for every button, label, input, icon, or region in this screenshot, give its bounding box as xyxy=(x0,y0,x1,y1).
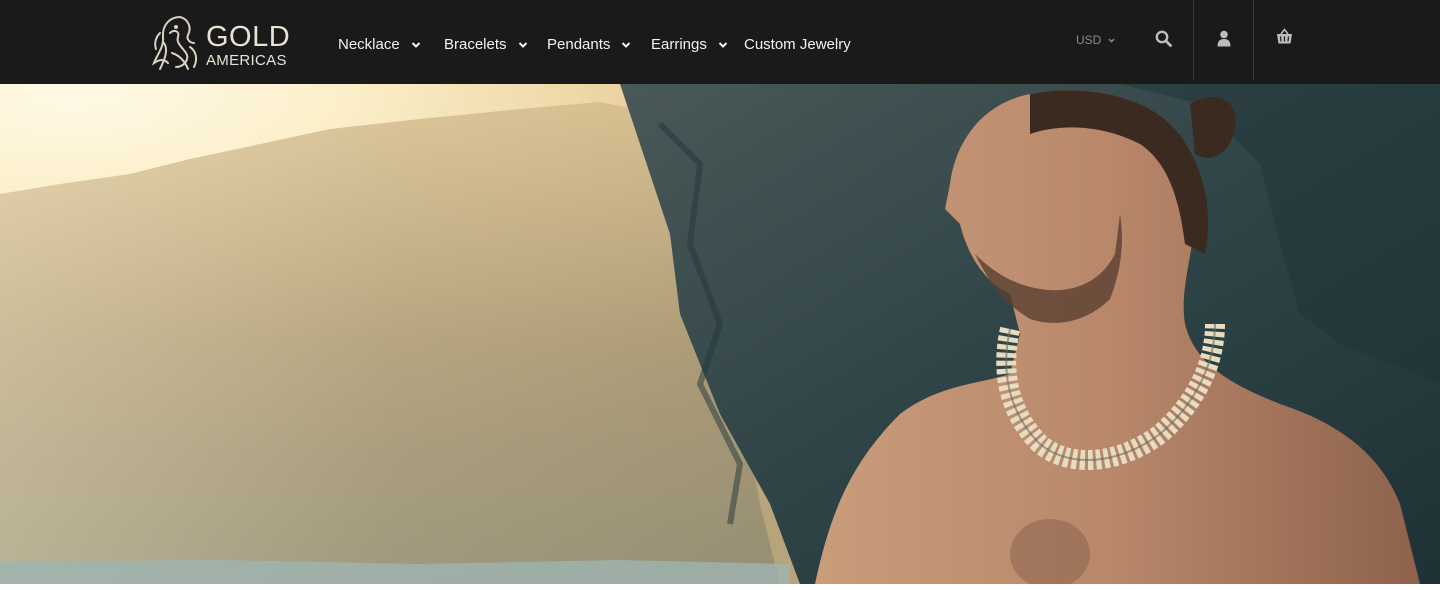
chevron-down-icon xyxy=(718,41,728,48)
nav-item-label: Custom Jewelry xyxy=(744,36,851,53)
currency-label: USD xyxy=(1076,33,1102,47)
chevron-down-icon xyxy=(518,41,527,48)
search-button[interactable] xyxy=(1148,0,1178,80)
nav-item-label: Pendants xyxy=(547,36,611,53)
currency-selector[interactable]: USD xyxy=(1076,33,1116,47)
basket-icon xyxy=(1276,27,1292,43)
nav-item-label: Earrings xyxy=(651,36,707,53)
hero-banner xyxy=(0,84,1440,584)
nav-item-bracelets[interactable]: Bracelets xyxy=(444,36,529,53)
site-header: GOLD AMERICAS Necklace Bracelets Pendant… xyxy=(0,0,1440,84)
nav-item-pendants[interactable]: Pendants xyxy=(547,36,632,53)
account-button[interactable] xyxy=(1194,0,1253,80)
chevron-down-icon xyxy=(411,41,420,48)
search-icon xyxy=(1155,30,1172,47)
chevron-down-icon xyxy=(622,41,631,48)
lion-emblem-icon xyxy=(151,16,198,70)
chevron-down-icon xyxy=(1108,37,1115,43)
logo-wordmark-americas: AMERICAS xyxy=(206,52,287,69)
nav-item-earrings[interactable]: Earrings xyxy=(651,36,729,53)
cart-button[interactable] xyxy=(1262,0,1306,78)
nav-item-necklace[interactable]: Necklace xyxy=(338,36,422,53)
hero-image xyxy=(0,84,1440,584)
nav-item-label: Necklace xyxy=(338,36,400,53)
nav-item-custom-jewelry[interactable]: Custom Jewelry xyxy=(744,36,851,53)
nav-item-label: Bracelets xyxy=(444,36,507,53)
header-divider xyxy=(1253,0,1254,80)
logo-wordmark-gold: GOLD xyxy=(206,21,291,53)
user-icon xyxy=(1217,30,1230,46)
brand-logo[interactable]: GOLD AMERICAS xyxy=(150,13,292,73)
